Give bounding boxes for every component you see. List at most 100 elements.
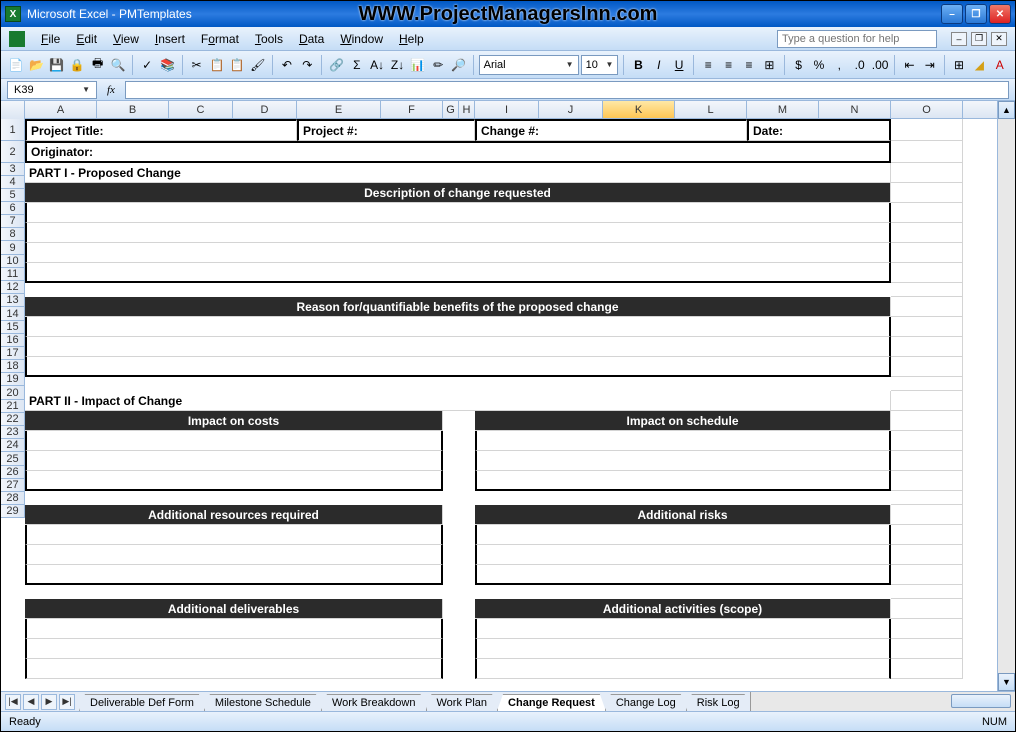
decrease-decimal-icon[interactable]: .00: [871, 54, 890, 76]
cell-desc-header[interactable]: Description of change requested: [25, 183, 891, 203]
mdi-minimize[interactable]: –: [951, 32, 967, 46]
cell[interactable]: [25, 357, 891, 377]
open-icon[interactable]: 📂: [27, 54, 45, 76]
sheet-tab-active[interactable]: Change Request: [497, 694, 606, 711]
col-header-k[interactable]: K: [603, 101, 675, 118]
cell[interactable]: [475, 525, 891, 545]
maximize-button[interactable]: ❐: [965, 4, 987, 24]
research-icon[interactable]: 📚: [158, 54, 176, 76]
cell[interactable]: [891, 545, 963, 565]
formula-input[interactable]: [125, 81, 1009, 99]
zoom-icon[interactable]: 🔎: [449, 54, 467, 76]
col-header-g[interactable]: G: [443, 101, 459, 118]
cell[interactable]: [25, 619, 443, 639]
cell[interactable]: [25, 659, 443, 679]
cell[interactable]: [25, 337, 891, 357]
borders-icon[interactable]: ⊞: [950, 54, 968, 76]
permission-icon[interactable]: 🔒: [68, 54, 86, 76]
italic-icon[interactable]: I: [650, 54, 668, 76]
row-header[interactable]: 13: [1, 294, 25, 307]
col-header-j[interactable]: J: [539, 101, 603, 118]
merge-center-icon[interactable]: ⊞: [760, 54, 778, 76]
fill-color-icon[interactable]: ◢: [970, 54, 988, 76]
cell-activities-header[interactable]: Additional activities (scope): [475, 599, 891, 619]
cell[interactable]: [443, 471, 475, 491]
cell[interactable]: [443, 431, 475, 451]
cell[interactable]: [891, 565, 963, 585]
cell[interactable]: [891, 357, 963, 377]
col-header-e[interactable]: E: [297, 101, 381, 118]
scroll-up-icon[interactable]: ▲: [998, 101, 1015, 119]
row-header[interactable]: 1: [1, 119, 25, 141]
cell[interactable]: [891, 471, 963, 491]
cell[interactable]: [891, 491, 963, 505]
cell-part1-title[interactable]: PART I - Proposed Change: [25, 163, 891, 183]
cell[interactable]: [891, 141, 963, 163]
align-right-icon[interactable]: ≡: [740, 54, 758, 76]
scroll-track[interactable]: [998, 119, 1015, 673]
close-button[interactable]: ✕: [989, 4, 1011, 24]
row-header[interactable]: 28: [1, 492, 25, 505]
menu-file[interactable]: File: [33, 30, 68, 48]
select-all-corner[interactable]: [1, 101, 25, 119]
cell[interactable]: [475, 545, 891, 565]
cell[interactable]: [25, 377, 891, 391]
cell-deliverables-header[interactable]: Additional deliverables: [25, 599, 443, 619]
cell[interactable]: [443, 565, 475, 585]
sheet-tab[interactable]: Work Plan: [426, 694, 499, 711]
cell[interactable]: [891, 659, 963, 679]
font-size-select[interactable]: 10 ▼: [581, 55, 619, 75]
bold-icon[interactable]: B: [629, 54, 647, 76]
cell[interactable]: [891, 431, 963, 451]
cut-icon[interactable]: ✂: [188, 54, 206, 76]
cell[interactable]: [891, 525, 963, 545]
cell[interactable]: [891, 163, 963, 183]
cell[interactable]: [25, 545, 443, 565]
autosum-icon[interactable]: Σ: [348, 54, 366, 76]
row-header[interactable]: 22: [1, 413, 25, 426]
cell[interactable]: [891, 203, 963, 223]
cell[interactable]: [25, 283, 891, 297]
row-header[interactable]: 19: [1, 373, 25, 386]
row-header[interactable]: 8: [1, 228, 25, 241]
cell[interactable]: [475, 431, 891, 451]
col-header-m[interactable]: M: [747, 101, 819, 118]
row-header[interactable]: 11: [1, 268, 25, 281]
cell[interactable]: [443, 639, 475, 659]
row-header[interactable]: 2: [1, 141, 25, 163]
vertical-scrollbar[interactable]: ▲ ▼: [997, 101, 1015, 691]
paste-icon[interactable]: 📋: [228, 54, 246, 76]
cell[interactable]: [443, 451, 475, 471]
cell[interactable]: [891, 585, 963, 599]
col-header-i[interactable]: I: [475, 101, 539, 118]
row-header[interactable]: 12: [1, 281, 25, 294]
cell-costs-header[interactable]: Impact on costs: [25, 411, 443, 431]
row-header[interactable]: 10: [1, 255, 25, 268]
cell[interactable]: [891, 451, 963, 471]
sort-asc-icon[interactable]: A↓: [368, 54, 386, 76]
cell[interactable]: [25, 471, 443, 491]
tab-last-icon[interactable]: ▶|: [59, 694, 75, 710]
fx-label[interactable]: fx: [107, 84, 115, 96]
cell[interactable]: [475, 451, 891, 471]
cell-project-title[interactable]: Project Title:: [25, 119, 297, 141]
row-header[interactable]: 27: [1, 479, 25, 492]
cell[interactable]: [25, 263, 891, 283]
cell[interactable]: [443, 411, 475, 431]
cell[interactable]: [891, 317, 963, 337]
row-header[interactable]: 18: [1, 360, 25, 373]
save-icon[interactable]: 💾: [48, 54, 66, 76]
underline-icon[interactable]: U: [670, 54, 688, 76]
row-header[interactable]: 14: [1, 307, 25, 321]
menu-data[interactable]: Data: [291, 30, 332, 48]
row-header[interactable]: 9: [1, 241, 25, 255]
comma-icon[interactable]: ,: [830, 54, 848, 76]
increase-decimal-icon[interactable]: .0: [850, 54, 868, 76]
menu-format[interactable]: Format: [193, 30, 247, 48]
row-header[interactable]: 7: [1, 215, 25, 228]
new-icon[interactable]: 📄: [7, 54, 25, 76]
row-header[interactable]: 26: [1, 466, 25, 479]
font-color-icon[interactable]: A: [991, 54, 1009, 76]
tab-first-icon[interactable]: |◀: [5, 694, 21, 710]
cell[interactable]: [25, 491, 891, 505]
